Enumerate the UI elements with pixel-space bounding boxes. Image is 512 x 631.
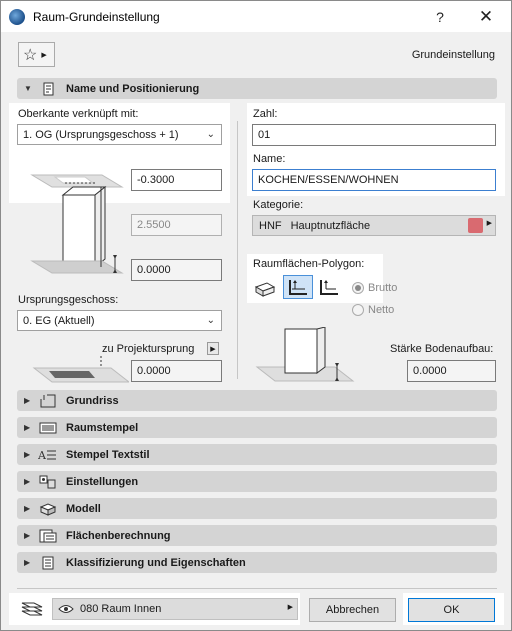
eye-icon <box>58 604 74 614</box>
floor-plan-icon <box>38 393 58 408</box>
chevron-down-icon: ⌄ <box>206 315 215 326</box>
section-classification[interactable]: ▶ Klassifizierung und Eigenschaften <box>17 552 497 573</box>
category-label: Kategorie: <box>253 199 304 211</box>
triangle-right-icon: ▶ <box>24 423 31 432</box>
svg-text:A: A <box>38 449 47 462</box>
section-label: Flächenberechnung <box>66 529 171 542</box>
section-label: Einstellungen <box>66 475 139 488</box>
section-stamp-text-style[interactable]: ▶ A Stempel Textstil <box>17 444 497 465</box>
window-title: Raum-Grundeinstellung <box>33 9 160 24</box>
settings-icon <box>38 474 58 489</box>
triangle-right-icon: ▶ <box>24 531 31 540</box>
radio-dot <box>352 282 364 294</box>
height-field: 2.5500 <box>131 214 222 236</box>
polygon-net-button[interactable] <box>314 275 344 299</box>
reference-label: zu Projektursprung <box>102 343 195 355</box>
reference-offset-field[interactable]: 0.0000 <box>131 360 222 382</box>
triangle-right-icon: ▶ <box>41 51 47 59</box>
section-name-positioning[interactable]: ▼ Name und Positionierung <box>17 78 497 99</box>
name-label: Name: <box>253 153 286 165</box>
polygon-auto-button[interactable] <box>251 275 279 301</box>
floor-thickness-field[interactable]: 0.0000 <box>407 360 496 382</box>
section-label: Stempel Textstil <box>66 448 150 461</box>
radio-gross[interactable]: Brutto <box>352 282 397 294</box>
triangle-right-icon: ▶ <box>24 477 31 486</box>
home-story-value: 0. EG (Aktuell) <box>23 314 95 327</box>
category-code: HNF <box>259 219 282 232</box>
section-label: Name und Positionierung <box>66 82 200 95</box>
triangle-right-icon: ▶ <box>24 504 31 513</box>
chevron-down-icon: ⌄ <box>206 129 215 140</box>
section-settings[interactable]: ▶ Einstellungen <box>17 471 497 492</box>
triangle-right-icon: ▶ <box>24 396 31 405</box>
number-label: Zahl: <box>253 108 278 120</box>
floor-thickness-label: Stärke Bodenaufbau: <box>390 343 494 355</box>
section-label: Grundriss <box>66 394 119 407</box>
section-floor-plan[interactable]: ▶ Grundriss <box>17 390 497 411</box>
top-link-label: Oberkante verknüpft mit: <box>18 108 139 120</box>
number-field[interactable]: 01 <box>252 124 496 146</box>
triangle-right-icon: ▶ <box>210 345 216 353</box>
top-link-select[interactable]: 1. OG (Ursprungsgeschoss + 1) ⌄ <box>17 124 222 145</box>
room-height-diagram <box>30 174 124 274</box>
triangle-right-icon: ▶ <box>486 220 492 227</box>
section-label: Raumstempel <box>66 421 139 434</box>
section-label: Klassifizierung und Eigenschaften <box>66 556 246 569</box>
name-field[interactable]: KOCHEN/ESSEN/WOHNEN <box>252 169 496 191</box>
favorites-button[interactable]: ☆ ▶ <box>18 42 55 67</box>
settings-title: Grundeinstellung <box>411 49 495 61</box>
bottom-offset-field[interactable]: 0.0000 <box>131 259 222 281</box>
polygon-gross-button[interactable] <box>283 275 313 299</box>
home-story-select[interactable]: 0. EG (Aktuell) ⌄ <box>17 310 222 331</box>
zone-stamp-icon <box>38 420 58 435</box>
area-calc-icon <box>38 528 58 543</box>
reference-diagram <box>32 356 129 383</box>
help-button[interactable]: ? <box>417 1 463 32</box>
category-select[interactable]: HNF Hauptnutzfläche ▶ <box>252 215 496 236</box>
category-color-swatch <box>468 218 483 233</box>
top-link-value: 1. OG (Ursprungsgeschoss + 1) <box>23 128 179 141</box>
star-icon: ☆ <box>23 46 38 64</box>
section-zone-stamp[interactable]: ▶ Raumstempel <box>17 417 497 438</box>
top-offset-field[interactable]: -0.3000 <box>131 169 222 191</box>
polygon-3d-icon <box>254 282 276 297</box>
title-bar: Raum-Grundeinstellung ? ✕ <box>1 1 511 32</box>
layer-value: 080 Raum Innen <box>80 603 162 615</box>
triangle-right-icon: ▶ <box>24 558 31 567</box>
reference-menu-button[interactable]: ▶ <box>207 342 219 355</box>
footer-divider <box>17 588 497 589</box>
radio-net-label: Netto <box>368 304 395 316</box>
radio-net[interactable]: Netto <box>352 304 394 316</box>
ok-button[interactable]: OK <box>408 598 495 622</box>
triangle-down-icon: ▼ <box>24 84 32 93</box>
section-model[interactable]: ▶ Modell <box>17 498 497 519</box>
floor-thickness-diagram <box>255 327 355 382</box>
triangle-right-icon: ▶ <box>287 604 293 611</box>
section-label: Modell <box>66 502 101 515</box>
net-polygon-icon <box>320 280 338 295</box>
document-icon <box>38 81 58 96</box>
category-name: Hauptnutzfläche <box>290 219 371 232</box>
section-area-calculation[interactable]: ▶ Flächenberechnung <box>17 525 497 546</box>
text-style-icon: A <box>38 447 58 462</box>
close-button[interactable]: ✕ <box>463 1 509 32</box>
model-icon <box>38 501 58 516</box>
polygon-label: Raumflächen-Polygon: <box>253 258 365 270</box>
radio-gross-label: Brutto <box>368 282 398 294</box>
classification-icon <box>38 555 58 570</box>
layer-select[interactable]: 080 Raum Innen ▶ <box>52 598 298 620</box>
triangle-right-icon: ▶ <box>24 450 31 459</box>
column-divider <box>237 121 238 379</box>
home-story-label: Ursprungsgeschoss: <box>18 294 119 306</box>
cancel-button[interactable]: Abbrechen <box>309 598 396 622</box>
gross-polygon-icon <box>289 280 307 295</box>
dialog-window: Raum-Grundeinstellung ? ✕ ☆ ▶ Grundeinst… <box>0 0 512 631</box>
radio-dot <box>352 304 364 316</box>
archicad-app-icon <box>9 8 25 25</box>
layer-icon <box>18 600 46 618</box>
